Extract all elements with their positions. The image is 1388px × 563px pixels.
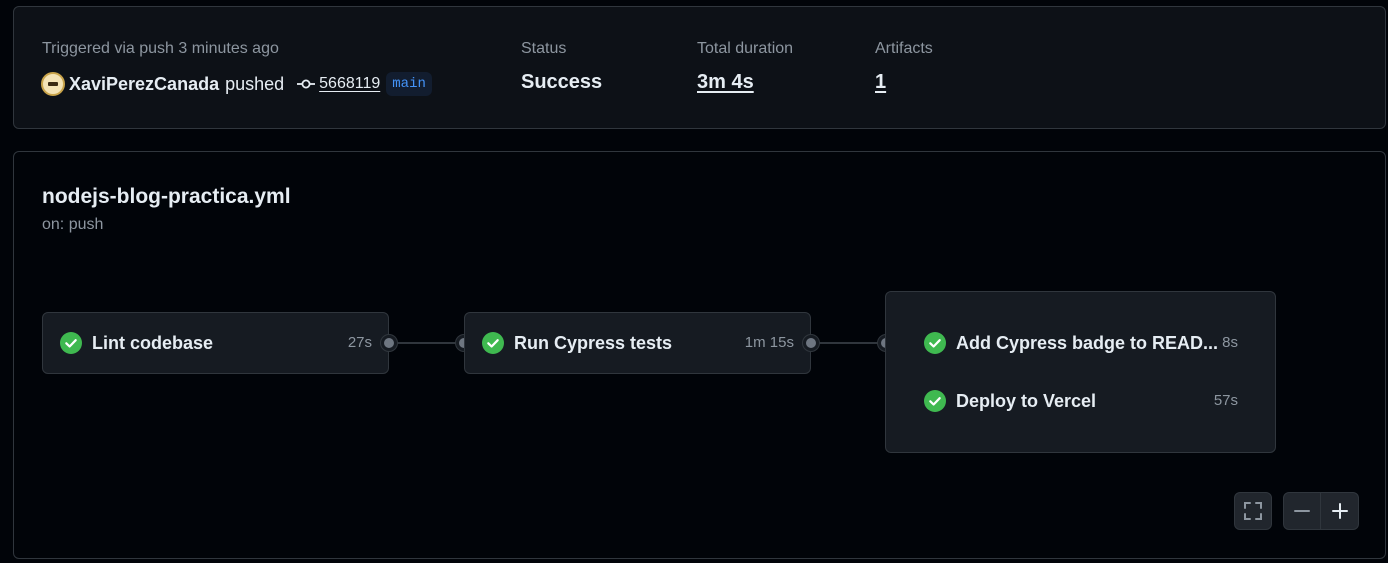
plus-icon [1331, 503, 1348, 519]
job-name: Deploy to Vercel [956, 390, 1097, 411]
job-output-handle [803, 335, 819, 351]
run-summary: Triggered via push 3 minutes ago XaviPer… [13, 6, 1386, 129]
push-action-text: pushed [225, 73, 285, 94]
minus-icon [1294, 510, 1310, 512]
job-output-handle [381, 335, 397, 351]
git-commit-icon [297, 76, 316, 92]
fullscreen-icon [1244, 502, 1262, 520]
actor-avatar[interactable] [41, 72, 65, 96]
success-check-icon [924, 390, 946, 412]
workflow-graph: nodejs-blog-practica.yml on: push Lint c… [13, 151, 1386, 559]
artifacts-link[interactable]: 1 [875, 71, 886, 94]
job-row-deploy[interactable]: Deploy to Vercel [924, 390, 1096, 412]
job-group-deploy: Add Cypress badge to READ... 8s Deploy t… [885, 291, 1276, 453]
workflow-trigger: on: push [42, 216, 104, 233]
fullscreen-button[interactable] [1234, 492, 1272, 530]
job-duration: 1m 15s [744, 334, 794, 351]
job-row-badge[interactable]: Add Cypress badge to READ... [924, 332, 1218, 354]
job-duration: 8s [1222, 334, 1238, 351]
actor-link[interactable]: XaviPerezCanada [69, 74, 219, 95]
duration-link[interactable]: 3m 4s [697, 71, 754, 94]
trigger-text: Triggered via push 3 minutes ago [42, 40, 279, 57]
job-connector [819, 342, 878, 344]
job-card-cypress[interactable]: Run Cypress tests 1m 15s [464, 312, 811, 374]
job-name: Run Cypress tests [514, 332, 673, 353]
job-name: Lint codebase [92, 332, 214, 353]
zoom-out-button[interactable] [1283, 492, 1321, 530]
zoom-in-button[interactable] [1321, 492, 1359, 530]
job-duration: 57s [1213, 392, 1238, 409]
status-value: Success [521, 71, 603, 93]
job-card-lint[interactable]: Lint codebase 27s [42, 312, 389, 374]
job-duration: 27s [347, 334, 372, 351]
push-info: XaviPerezCanada pushed 5668119 main [41, 72, 432, 96]
branch-label[interactable]: main [386, 72, 432, 96]
zoom-controls [1283, 492, 1359, 530]
workflow-name: nodejs-blog-practica.yml [42, 185, 291, 208]
artifacts-label: Artifacts [875, 40, 933, 57]
commit-sha-link[interactable]: 5668119 [319, 75, 380, 93]
duration-label: Total duration [697, 40, 794, 57]
success-check-icon [60, 332, 82, 354]
job-name: Add Cypress badge to READ... [956, 332, 1219, 353]
status-label: Status [521, 40, 567, 57]
success-check-icon [924, 332, 946, 354]
job-connector [397, 342, 456, 344]
success-check-icon [482, 332, 504, 354]
